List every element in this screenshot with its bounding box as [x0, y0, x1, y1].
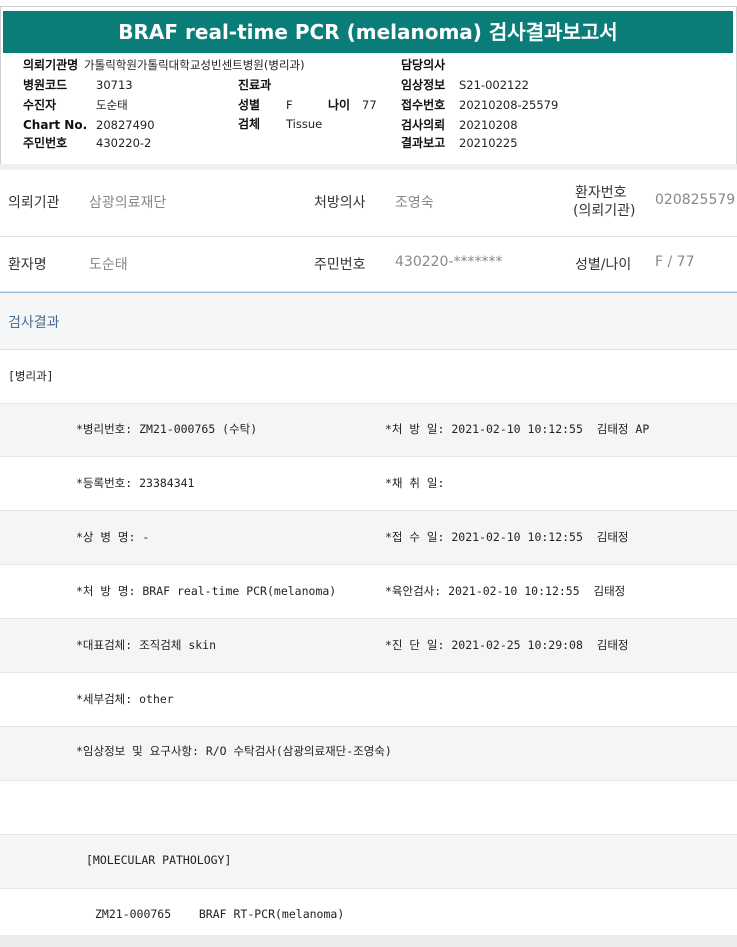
info-row-2: 환자명 도순태 주민번호 430220-******* 성별/나이 F / 77: [0, 237, 737, 292]
chart-value: 20827490: [96, 118, 155, 132]
request-value: 20210208: [459, 118, 518, 132]
bottom-bar: [0, 935, 737, 947]
sex-label: 성별: [238, 98, 261, 112]
hospital-code-value: 30713: [96, 78, 133, 92]
specimen-value: Tissue: [286, 117, 323, 131]
result-line-left: *세부검체: other: [76, 692, 174, 706]
sex-value: F: [286, 98, 293, 112]
institution-label: 의뢰기관명: [23, 58, 79, 72]
age-label: 나이: [328, 98, 351, 112]
result-title: 검사결과: [8, 315, 60, 331]
result-line: *대표검체: 조직검체 skin *진 단 일: 2021-02-25 10:2…: [0, 619, 737, 673]
resident-value-2: 430220-*******: [395, 254, 503, 270]
clinical-label: 임상정보: [401, 78, 446, 92]
specimen-label: 검체: [238, 117, 261, 131]
result-line-left: *상 병 명: -: [76, 530, 150, 544]
patient-value: 도순태: [96, 98, 128, 112]
inst-value: 삼광의료재단: [89, 195, 167, 211]
resident-value: 430220-2: [96, 136, 152, 150]
result-line: *상 병 명: - *접 수 일: 2021-02-10 10:12:55 김태…: [0, 511, 737, 565]
result-header: 검사결과: [0, 292, 737, 350]
report-title: BRAF real-time PCR (melanoma) 검사결과보고서: [3, 11, 733, 53]
chart-label: Chart No.: [23, 118, 88, 132]
result-line-left: *처 방 명: BRAF real-time PCR(melanoma): [76, 584, 337, 598]
hospital-code-field: 병원코드: [23, 77, 67, 93]
result-line-right: *진 단 일: 2021-02-25 10:29:08 김태정: [385, 638, 629, 652]
dept-text: [병리과]: [8, 369, 54, 383]
result-line: *병리번호: ZM21-000765 (수탁) *처 방 일: 2021-02-…: [0, 404, 737, 457]
result-line: *처 방 명: BRAF real-time PCR(melanoma) *육안…: [0, 565, 737, 619]
patno-label-2: (의뢰기관): [573, 203, 636, 219]
result-line-right: *채 취 일:: [385, 476, 445, 490]
dept-label: 진료과: [238, 78, 272, 92]
doctor-label: 담당의사: [401, 58, 446, 72]
doctor-label-2: 처방의사: [314, 195, 366, 211]
resident-field: 주민번호: [23, 135, 67, 151]
patno-label-1: 환자번호: [575, 185, 627, 201]
result-line-right: *육안검사: 2021-02-10 10:12:55 김태정: [385, 584, 626, 598]
result-line-right: *처 방 일: 2021-02-10 10:12:55 김태정 AP: [385, 422, 650, 436]
report-header: BRAF real-time PCR (melanoma) 검사결과보고서 의뢰…: [0, 6, 737, 166]
hospital-code-label: 병원코드: [23, 78, 68, 92]
request-label: 검사의뢰: [401, 118, 446, 132]
empty-line: [0, 781, 737, 835]
result-line: *임상정보 및 요구사항: R/O 수탁검사(삼광의료재단-조영숙): [0, 727, 737, 781]
report-date-value: 20210225: [459, 136, 518, 150]
age-value: 77: [362, 98, 377, 112]
receipt-label: 접수번호: [401, 98, 446, 112]
resident-label-2: 주민번호: [314, 257, 366, 273]
chart-field: Chart No.: [23, 117, 87, 133]
result-line-left: *등록번호: 23384341: [76, 476, 195, 490]
mol-header: [MOLECULAR PATHOLOGY]: [86, 853, 232, 867]
result-line-left: *병리번호: ZM21-000765 (수탁): [76, 422, 258, 436]
report-date-label: 결과보고: [401, 136, 446, 150]
resident-label: 주민번호: [23, 136, 68, 150]
patient-label: 수진자: [23, 98, 57, 112]
result-line-left: *대표검체: 조직검체 skin: [76, 638, 217, 652]
mol-header-row: [MOLECULAR PATHOLOGY]: [0, 835, 737, 889]
receipt-value: 20210208-25579: [459, 98, 559, 112]
patient-field: 수진자: [23, 97, 56, 113]
info-row-1: 의뢰기관 삼광의료재단 처방의사 조영숙 환자번호 (의뢰기관) 0208255…: [0, 170, 737, 237]
result-line: *세부검체: other: [0, 673, 737, 727]
name-value: 도순태: [89, 257, 128, 273]
clinical-value: S21-002122: [459, 78, 529, 92]
name-label: 환자명: [8, 257, 47, 273]
result-line: *등록번호: 23384341 *채 취 일:: [0, 457, 737, 511]
doctor-value: 조영숙: [395, 195, 434, 211]
sexage-label: 성별/나이: [575, 257, 632, 273]
institution-field: 의뢰기관명 가톨릭학원가톨릭대학교성빈센트병원(병리과): [23, 57, 305, 73]
mol-line-row: ZM21-000765 BRAF RT-PCR(melanoma): [0, 889, 737, 936]
inst-label: 의뢰기관: [8, 195, 60, 211]
patno-value: 020825579: [655, 192, 736, 208]
result-line-left: *임상정보 및 요구사항: R/O 수탁검사(삼광의료재단-조영숙): [76, 744, 392, 758]
institution-value: 가톨릭학원가톨릭대학교성빈센트병원(병리과): [84, 58, 305, 72]
mol-line: ZM21-000765 BRAF RT-PCR(melanoma): [95, 907, 345, 921]
result-line-right: *접 수 일: 2021-02-10 10:12:55 김태정: [385, 530, 629, 544]
sexage-value: F / 77: [655, 254, 695, 270]
dept-row: [병리과]: [0, 349, 737, 404]
